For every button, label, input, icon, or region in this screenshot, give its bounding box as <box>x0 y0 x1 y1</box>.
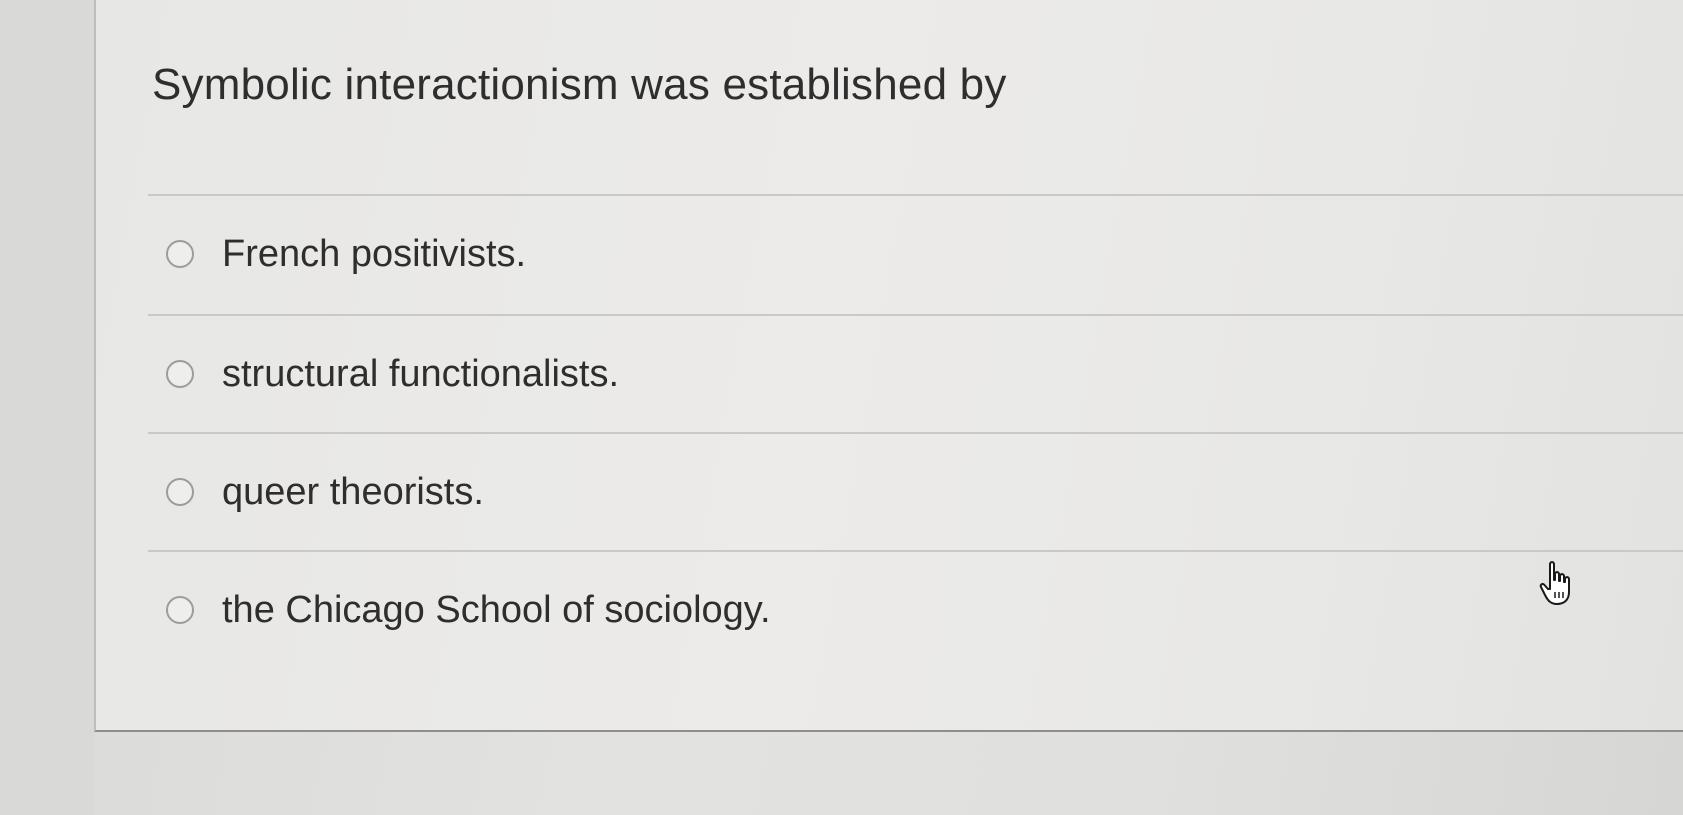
question-card: Symbolic interactionism was established … <box>94 0 1683 732</box>
answer-label: French positivists. <box>222 232 527 275</box>
question-text: Symbolic interactionism was established … <box>152 60 1007 109</box>
divider <box>148 432 1683 434</box>
radio-button[interactable] <box>166 240 194 268</box>
page-margin <box>0 0 94 815</box>
answer-label: queer theorists. <box>222 470 484 513</box>
radio-button[interactable] <box>166 478 194 506</box>
radio-button[interactable] <box>166 596 194 624</box>
answer-option-3[interactable]: queer theorists. <box>166 462 484 522</box>
radio-button[interactable] <box>166 360 194 388</box>
divider <box>148 194 1683 196</box>
hand-pointer-icon <box>1539 561 1570 605</box>
answer-option-4[interactable]: the Chicago School of sociology. <box>166 580 771 640</box>
divider <box>148 550 1683 552</box>
answer-option-2[interactable]: structural functionalists. <box>166 344 619 404</box>
answer-option-1[interactable]: French positivists. <box>166 224 526 284</box>
answer-label: structural functionalists. <box>222 352 620 395</box>
divider <box>148 314 1683 316</box>
answer-label: the Chicago School of sociology. <box>222 588 771 631</box>
